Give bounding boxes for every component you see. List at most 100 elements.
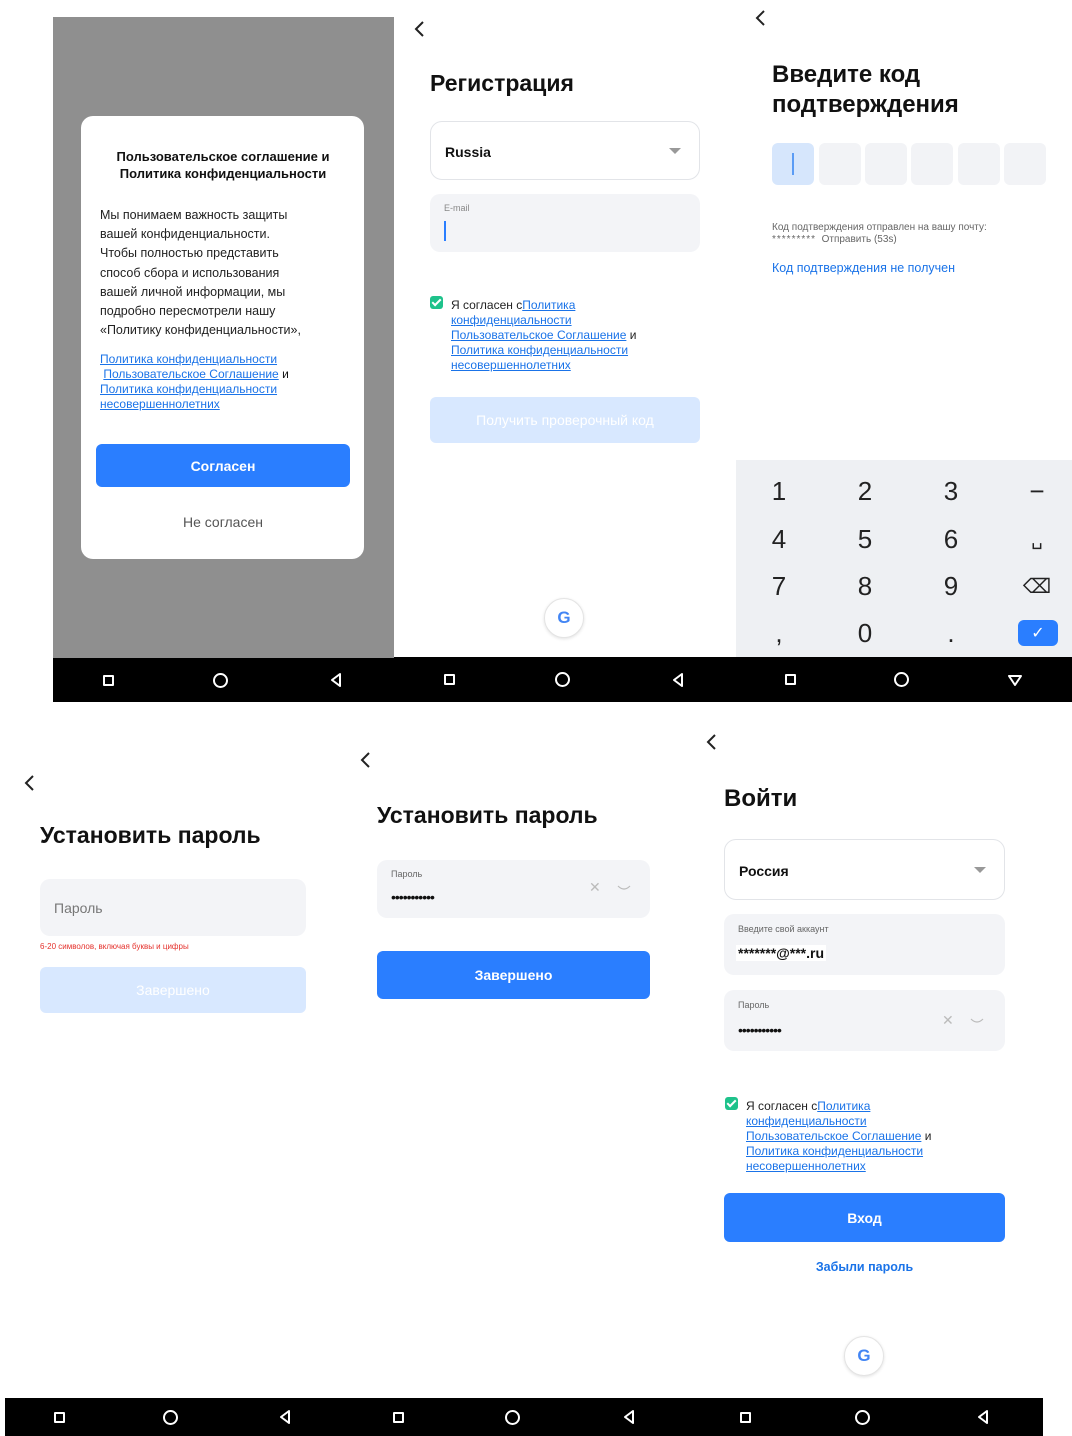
minors-policy-link-2[interactable]: несовершеннолетних (100, 397, 220, 411)
consent-minors-link-2[interactable]: несовершеннолетних (451, 358, 571, 372)
key-4[interactable]: 4 (736, 516, 822, 562)
chevron-down-icon (974, 867, 986, 873)
get-code-button[interactable]: Получить проверочный код (430, 397, 700, 443)
done-button[interactable]: Завершено (40, 967, 306, 1013)
code-not-received-link[interactable]: Код подтверждения не получен (772, 261, 955, 275)
country-select[interactable]: Russia (430, 121, 700, 180)
text-cursor (444, 221, 446, 241)
home-icon[interactable] (894, 672, 909, 687)
screen-consent: Пользовательское соглашение и Политика к… (53, 17, 394, 702)
back-chevron-icon[interactable] (702, 732, 722, 752)
home-icon[interactable] (163, 1409, 179, 1425)
back-icon[interactable] (328, 672, 344, 688)
minors-policy-link[interactable]: Политика конфиденциальности (100, 382, 277, 396)
body-line: Мы понимаем важность защиты (100, 208, 288, 222)
consent-privacy-link[interactable]: Политика (817, 1099, 870, 1113)
recent-apps-icon[interactable] (392, 1411, 404, 1423)
back-chevron-icon[interactable] (356, 750, 376, 770)
code-box-6[interactable] (1004, 143, 1046, 185)
home-icon[interactable] (213, 672, 229, 688)
home-icon[interactable] (855, 1409, 871, 1425)
title-line-2: подтверждения (772, 91, 959, 118)
clear-icon[interactable]: ✕ (942, 1012, 954, 1029)
password-field[interactable]: Пароль ••••••••••• ✕ (377, 860, 650, 918)
consent-privacy-link-2[interactable]: конфиденциальности (451, 313, 572, 327)
key-9[interactable]: 9 (908, 563, 994, 609)
disagree-button[interactable]: Не согласен (96, 514, 350, 530)
consent-minors-link-2[interactable]: несовершеннолетних (746, 1159, 866, 1173)
consent-privacy-link-2[interactable]: конфиденциальности (746, 1114, 867, 1128)
key-minus[interactable]: − (994, 468, 1072, 514)
code-box-3[interactable] (865, 143, 907, 185)
back-icon[interactable] (670, 672, 686, 688)
key-6[interactable]: 6 (908, 516, 994, 562)
back-chevron-icon[interactable] (751, 8, 771, 28)
screen-set-password-filled: Установить пароль Пароль ••••••••••• ✕ З… (342, 740, 688, 1436)
back-chevron-icon[interactable] (20, 773, 40, 793)
text-cursor (792, 153, 794, 175)
email-field[interactable]: E-mail (430, 194, 700, 252)
consent-minors-link[interactable]: Политика конфиденциальности (451, 343, 628, 357)
code-box-1[interactable] (772, 143, 814, 185)
eye-closed-icon[interactable] (970, 1017, 984, 1025)
key-1[interactable]: 1 (736, 468, 822, 514)
code-box-2[interactable] (819, 143, 861, 185)
password-hint: 6-20 символов, включая буквы и цифры (40, 942, 189, 951)
recent-apps-icon[interactable] (444, 674, 455, 685)
consent-checkbox[interactable] (725, 1097, 738, 1110)
recent-apps-icon[interactable] (102, 674, 114, 686)
key-space[interactable]: ␣ (994, 516, 1072, 562)
agree-button[interactable]: Согласен (96, 444, 350, 487)
clear-icon[interactable]: ✕ (589, 879, 601, 896)
google-signin-icon[interactable]: G (544, 598, 584, 638)
hide-keyboard-icon[interactable] (1007, 672, 1023, 688)
password-value: ••••••••••• (738, 1022, 782, 1038)
consent-checkbox[interactable] (430, 296, 443, 309)
key-comma[interactable]: , (736, 610, 822, 656)
done-button[interactable]: Завершено (377, 951, 650, 999)
recent-apps-icon[interactable] (54, 1411, 66, 1423)
body-line: Чтобы полностью представить (100, 246, 279, 261)
key-0[interactable]: 0 (822, 610, 908, 656)
forgot-password-link[interactable]: Забыли пароль (724, 1260, 1005, 1274)
key-5[interactable]: 5 (822, 516, 908, 562)
user-agreement-link[interactable]: Пользовательское Соглашение (103, 367, 278, 381)
consent-agreement-link[interactable]: Пользовательское Соглашение (746, 1129, 921, 1143)
country-select[interactable]: Россия (724, 839, 1005, 900)
code-box-5[interactable] (958, 143, 1000, 185)
page-title: Установить пароль (40, 822, 261, 848)
key-3[interactable]: 3 (908, 468, 994, 514)
key-7[interactable]: 7 (736, 563, 822, 609)
back-icon[interactable] (621, 1409, 637, 1425)
and-text: и (282, 367, 289, 381)
google-signin-icon[interactable]: G (844, 1336, 884, 1376)
password-field[interactable]: Пароль ••••••••••• ✕ (724, 990, 1005, 1051)
recent-apps-icon[interactable] (785, 674, 796, 685)
consent-privacy-link[interactable]: Политика (522, 298, 575, 312)
key-8[interactable]: 8 (822, 563, 908, 609)
consent-minors-link[interactable]: Политика конфиденциальности (746, 1144, 923, 1158)
account-field[interactable]: Введите свой аккаунт *******@***.ru (724, 914, 1005, 975)
screen-set-password-empty: Установить пароль Пароль 6-20 символов, … (5, 740, 342, 1436)
home-icon[interactable] (504, 1409, 520, 1425)
privacy-policy-link[interactable]: Политика конфиденциальности (100, 352, 277, 366)
key-2[interactable]: 2 (822, 468, 908, 514)
system-nav-bar (53, 658, 394, 702)
back-chevron-icon[interactable] (410, 19, 430, 39)
body-line: способ сбора и использования (100, 265, 280, 280)
masked-email: ********* (772, 234, 817, 245)
password-field[interactable]: Пароль (40, 879, 306, 936)
login-button[interactable]: Вход (724, 1193, 1005, 1242)
key-dot[interactable]: . (908, 610, 994, 656)
consent-agreement-link[interactable]: Пользовательское Соглашение (451, 328, 626, 342)
key-confirm[interactable]: ✓ (1018, 620, 1058, 646)
back-icon[interactable] (277, 1409, 293, 1425)
eye-closed-icon[interactable] (617, 884, 631, 892)
home-icon[interactable] (555, 672, 570, 687)
key-backspace[interactable]: ⌫ (994, 563, 1072, 609)
code-box-4[interactable] (911, 143, 953, 185)
recent-apps-icon[interactable] (740, 1411, 752, 1423)
password-label: Пароль (738, 1000, 770, 1010)
back-icon[interactable] (975, 1409, 991, 1425)
page-title: Установить пароль (377, 802, 598, 828)
